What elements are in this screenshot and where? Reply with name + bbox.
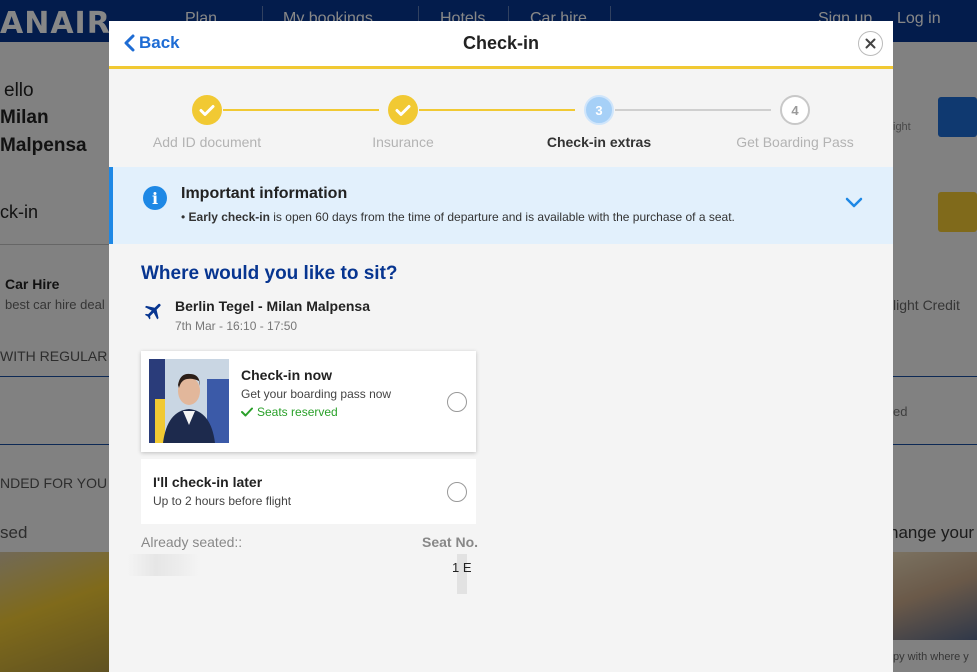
step-number-badge: 4: [780, 95, 810, 125]
info-text: • Early check-in is open 60 days from th…: [181, 210, 735, 224]
bullet: •: [181, 210, 186, 224]
option-subtitle: Get your boarding pass now: [241, 387, 392, 401]
badge-text: Seats reserved: [257, 405, 338, 419]
step-label: Check-in extras: [546, 134, 652, 150]
seat-number-value: 1 E: [452, 560, 472, 575]
option-subtitle: Up to 2 hours before flight: [153, 494, 292, 508]
option-title: Check-in now: [241, 367, 333, 383]
already-seated-label: Already seated::: [141, 534, 243, 550]
close-button[interactable]: [858, 31, 883, 56]
plane-icon: [144, 303, 161, 320]
info-title: Important information: [181, 185, 348, 202]
step-add-id-document: Add ID document: [109, 95, 305, 150]
progress-stepper: Add ID document Insurance 3 Check-in ext…: [109, 69, 893, 167]
info-body: is open 60 days from the time of departu…: [273, 210, 735, 224]
step-label: Insurance: [372, 134, 434, 150]
checkin-later-radio[interactable]: [447, 482, 467, 502]
checkmark-icon: [199, 104, 215, 116]
step-get-boarding-pass: 4 Get Boarding Pass: [697, 95, 893, 150]
option-title: I'll check-in later: [153, 474, 263, 490]
checkin-now-radio[interactable]: [447, 392, 467, 412]
step-label: Add ID document: [152, 134, 262, 150]
seats-reserved-badge: Seats reserved: [241, 405, 338, 419]
seat-section-title: Where would you like to sit?: [141, 263, 398, 284]
modal-header: Back Check-in: [109, 21, 893, 69]
step-complete-badge: [388, 95, 418, 125]
flight-time: 7th Mar - 16:10 - 17:50: [175, 319, 298, 333]
step-complete-badge: [192, 95, 222, 125]
info-highlight: Early check-in: [188, 210, 270, 224]
step-number-badge: 3: [584, 95, 614, 125]
chevron-down-icon[interactable]: [845, 197, 863, 209]
seat-number-header: Seat No.: [422, 534, 479, 550]
checkin-later-option[interactable]: I'll check-in later Up to 2 hours before…: [141, 459, 476, 524]
checkin-now-option[interactable]: Check-in now Get your boarding pass now …: [141, 351, 476, 452]
important-info-banner[interactable]: i Important information • Early check-in…: [109, 167, 893, 244]
checkmark-icon: [395, 104, 411, 116]
step-checkin-extras: 3 Check-in extras: [501, 95, 697, 150]
passenger-name-redacted: [127, 554, 199, 576]
info-icon: i: [143, 186, 167, 210]
flight-summary: Berlin Tegel - Milan Malpensa 7th Mar - …: [143, 298, 370, 333]
step-label: Get Boarding Pass: [736, 134, 854, 150]
modal-title: Check-in: [462, 33, 540, 53]
close-icon: [865, 38, 876, 49]
checkin-modal: Back Check-in Add ID document Insurance …: [109, 21, 893, 672]
flight-route: Berlin Tegel - Milan Malpensa: [175, 298, 371, 314]
check-icon: [241, 407, 253, 417]
step-insurance: Insurance: [305, 95, 501, 150]
passenger-photo: [149, 359, 229, 443]
